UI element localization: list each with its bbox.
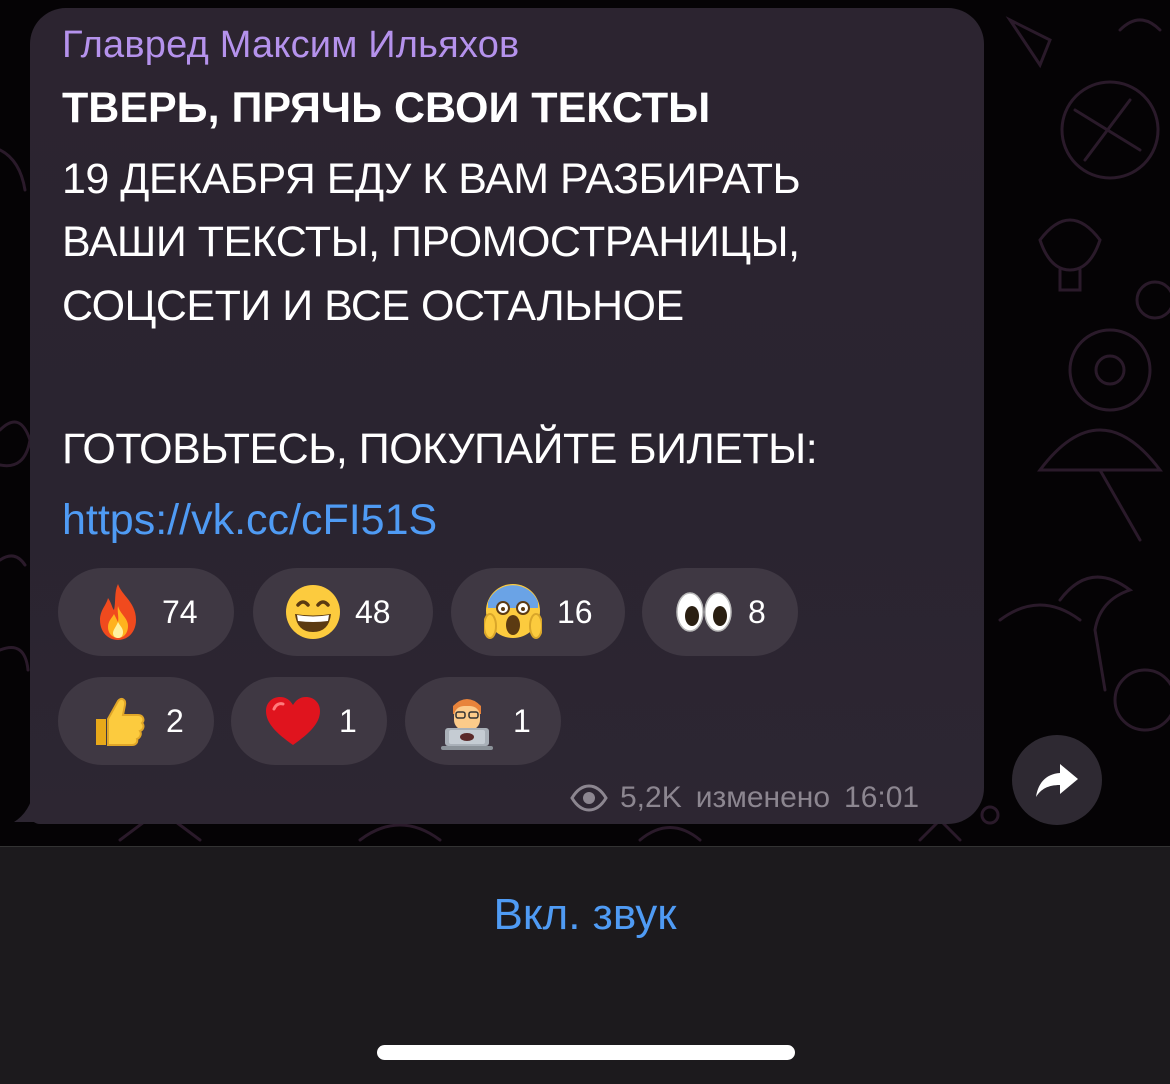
message-title: ТВЕРЬ, ПРЯЧЬ СВОИ ТЕКСТЫ: [62, 84, 711, 132]
edited-label: изменено: [695, 781, 831, 814]
share-button[interactable]: [1012, 735, 1102, 825]
message-line: 19 ДЕКАБРЯ ЕДУ К ВАМ РАЗБИРАТЬ: [62, 155, 801, 203]
eyes-icon: [674, 582, 734, 642]
fire-icon: [88, 582, 148, 642]
home-indicator[interactable]: [377, 1045, 795, 1060]
reaction-grinning[interactable]: 48: [253, 568, 433, 656]
reaction-fire[interactable]: 74: [58, 568, 234, 656]
reaction-count: 1: [513, 702, 531, 739]
message-line: ГОТОВЬТЕСЬ, ПОКУПАЙТЕ БИЛЕТЫ:: [62, 425, 818, 473]
message-line: СОЦСЕТИ И ВСЕ ОСТАЛЬНОЕ: [62, 282, 684, 330]
red-heart-icon: [263, 691, 323, 751]
views-count: 5,2K: [620, 781, 682, 814]
grinning-face-icon: [283, 582, 343, 642]
message-author[interactable]: Главред Максим Ильяхов: [62, 24, 519, 67]
reaction-eyes[interactable]: 8: [642, 568, 798, 656]
screaming-face-icon: [483, 582, 543, 642]
technologist-icon: [437, 691, 497, 751]
reaction-screaming[interactable]: 16: [451, 568, 625, 656]
reaction-technologist[interactable]: 1: [405, 677, 561, 765]
reaction-count: 16: [557, 593, 593, 630]
reaction-count: 2: [166, 702, 184, 739]
reaction-thumbs-up[interactable]: 2: [58, 677, 214, 765]
share-arrow-icon: [1036, 764, 1078, 797]
message-meta: 5,2K изменено 16:01: [570, 778, 919, 818]
thumbs-up-icon: [88, 691, 148, 751]
unmute-button[interactable]: Вкл. звук: [0, 890, 1170, 940]
message-time: 16:01: [844, 781, 920, 814]
message-line: ВАШИ ТЕКСТЫ, ПРОМОСТРАНИЦЫ,: [62, 218, 800, 266]
reaction-count: 1: [339, 702, 357, 739]
reaction-count: 74: [162, 593, 198, 630]
reaction-count: 8: [748, 593, 766, 630]
message-link[interactable]: https://vk.cc/cFI51S: [62, 496, 437, 545]
views-eye-icon: [570, 784, 608, 812]
reaction-count: 48: [355, 593, 391, 630]
reaction-heart[interactable]: 1: [231, 677, 387, 765]
